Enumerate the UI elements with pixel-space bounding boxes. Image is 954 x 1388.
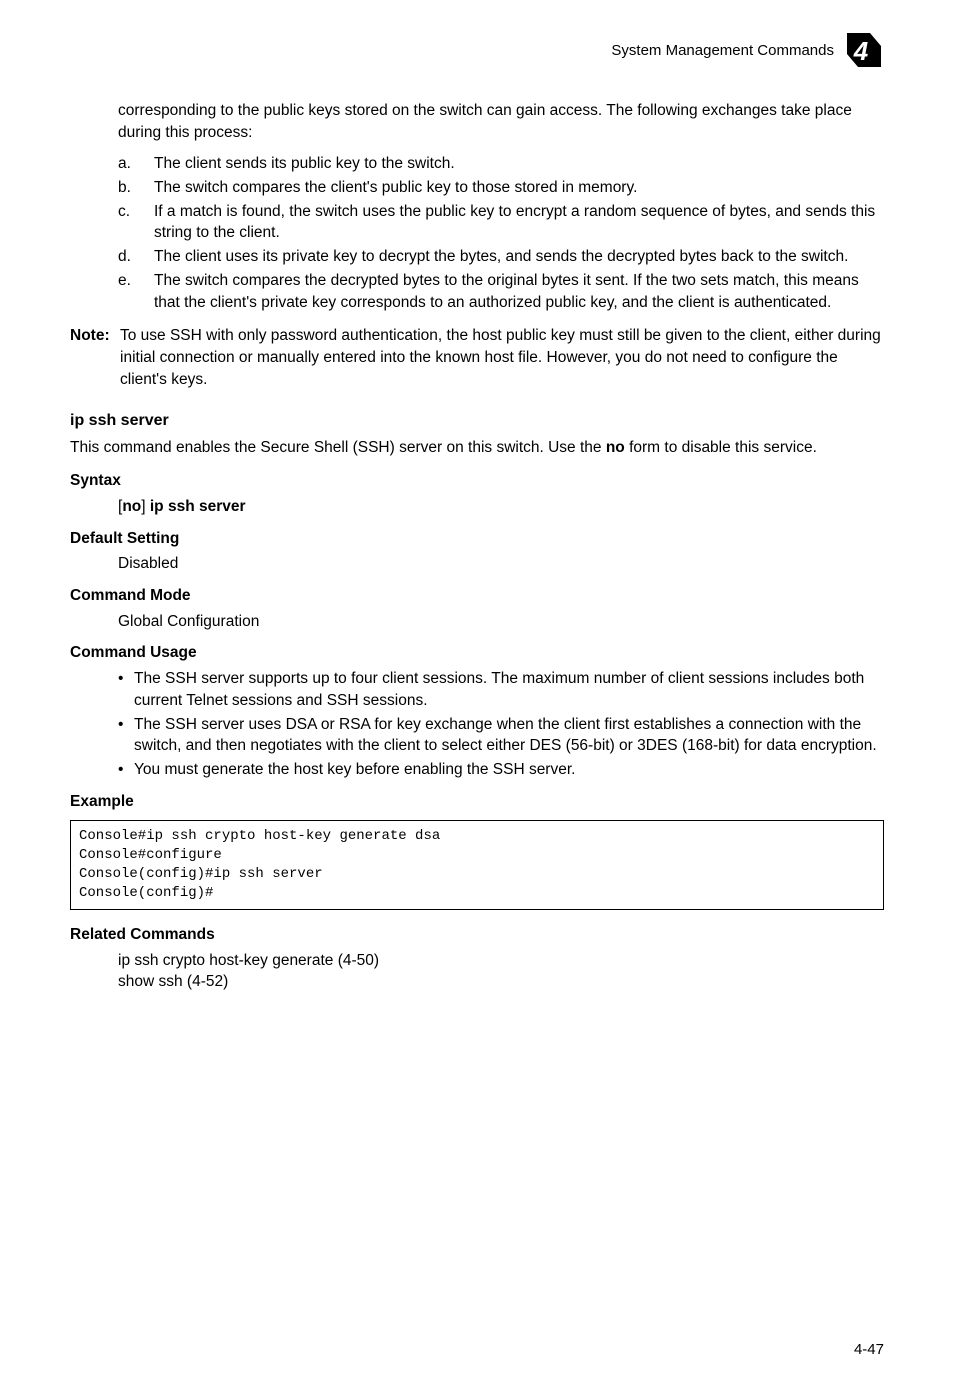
list-item: d. The client uses its private key to de… [118, 246, 884, 268]
list-item: a. The client sends its public key to th… [118, 153, 884, 175]
ip-ssh-desc: This command enables the Secure Shell (S… [70, 437, 884, 459]
list-text: If a match is found, the switch uses the… [154, 201, 884, 244]
bullet-text: The SSH server uses DSA or RSA for key e… [134, 714, 884, 757]
list-item: c. If a match is found, the switch uses … [118, 201, 884, 244]
bullet-text: The SSH server supports up to four clien… [134, 668, 884, 711]
page-number: 4-47 [854, 1341, 884, 1358]
bullet-icon: • [118, 668, 134, 711]
chapter-number-icon: 4 [844, 30, 884, 70]
bullet-icon: • [118, 714, 134, 757]
list-marker: a. [118, 153, 154, 175]
default-heading: Default Setting [70, 528, 884, 550]
list-item: b. The switch compares the client's publ… [118, 177, 884, 199]
mode-heading: Command Mode [70, 585, 884, 607]
svg-text:4: 4 [853, 36, 869, 66]
bracket-close: ] [141, 498, 150, 515]
bullet-text: You must generate the host key before en… [134, 759, 575, 781]
desc-pre: This command enables the Secure Shell (S… [70, 439, 606, 456]
related-line: show ssh (4-52) [118, 971, 884, 993]
related-list: ip ssh crypto host-key generate (4-50) s… [118, 950, 884, 993]
list-marker: d. [118, 246, 154, 268]
list-marker: e. [118, 270, 154, 313]
list-text: The client sends its public key to the s… [154, 153, 884, 175]
example-heading: Example [70, 791, 884, 813]
usage-list: • The SSH server supports up to four cli… [118, 668, 884, 780]
related-heading: Related Commands [70, 924, 884, 946]
intro-paragraph: corresponding to the public keys stored … [118, 100, 884, 143]
bullet-item: • You must generate the host key before … [118, 759, 884, 781]
list-item: e. The switch compares the decrypted byt… [118, 270, 884, 313]
list-text: The client uses its private key to decry… [154, 246, 884, 268]
bullet-icon: • [118, 759, 134, 781]
syntax-cmd: ip ssh server [150, 498, 246, 515]
list-text: The switch compares the decrypted bytes … [154, 270, 884, 313]
syntax-value: [no] ip ssh server [118, 496, 884, 518]
related-line: ip ssh crypto host-key generate (4-50) [118, 950, 884, 972]
default-value: Disabled [118, 553, 884, 575]
bullet-item: • The SSH server uses DSA or RSA for key… [118, 714, 884, 757]
page-header: System Management Commands 4 [611, 30, 884, 70]
note-block: Note: To use SSH with only password auth… [70, 325, 884, 390]
mode-value: Global Configuration [118, 611, 884, 633]
ip-ssh-heading: ip ssh server [70, 410, 884, 432]
list-text: The switch compares the client's public … [154, 177, 884, 199]
header-title: System Management Commands [611, 42, 834, 59]
steps-list: a. The client sends its public key to th… [118, 153, 884, 313]
bullet-item: • The SSH server supports up to four cli… [118, 668, 884, 711]
list-marker: b. [118, 177, 154, 199]
list-marker: c. [118, 201, 154, 244]
desc-bold: no [606, 439, 625, 456]
note-label: Note: [70, 325, 120, 390]
desc-post: form to disable this service. [625, 439, 817, 456]
example-code: Console#ip ssh crypto host-key generate … [70, 820, 884, 910]
note-text: To use SSH with only password authentica… [120, 325, 884, 390]
page-content: corresponding to the public keys stored … [70, 100, 884, 993]
usage-heading: Command Usage [70, 642, 884, 664]
syntax-no: no [122, 498, 141, 515]
syntax-heading: Syntax [70, 470, 884, 492]
